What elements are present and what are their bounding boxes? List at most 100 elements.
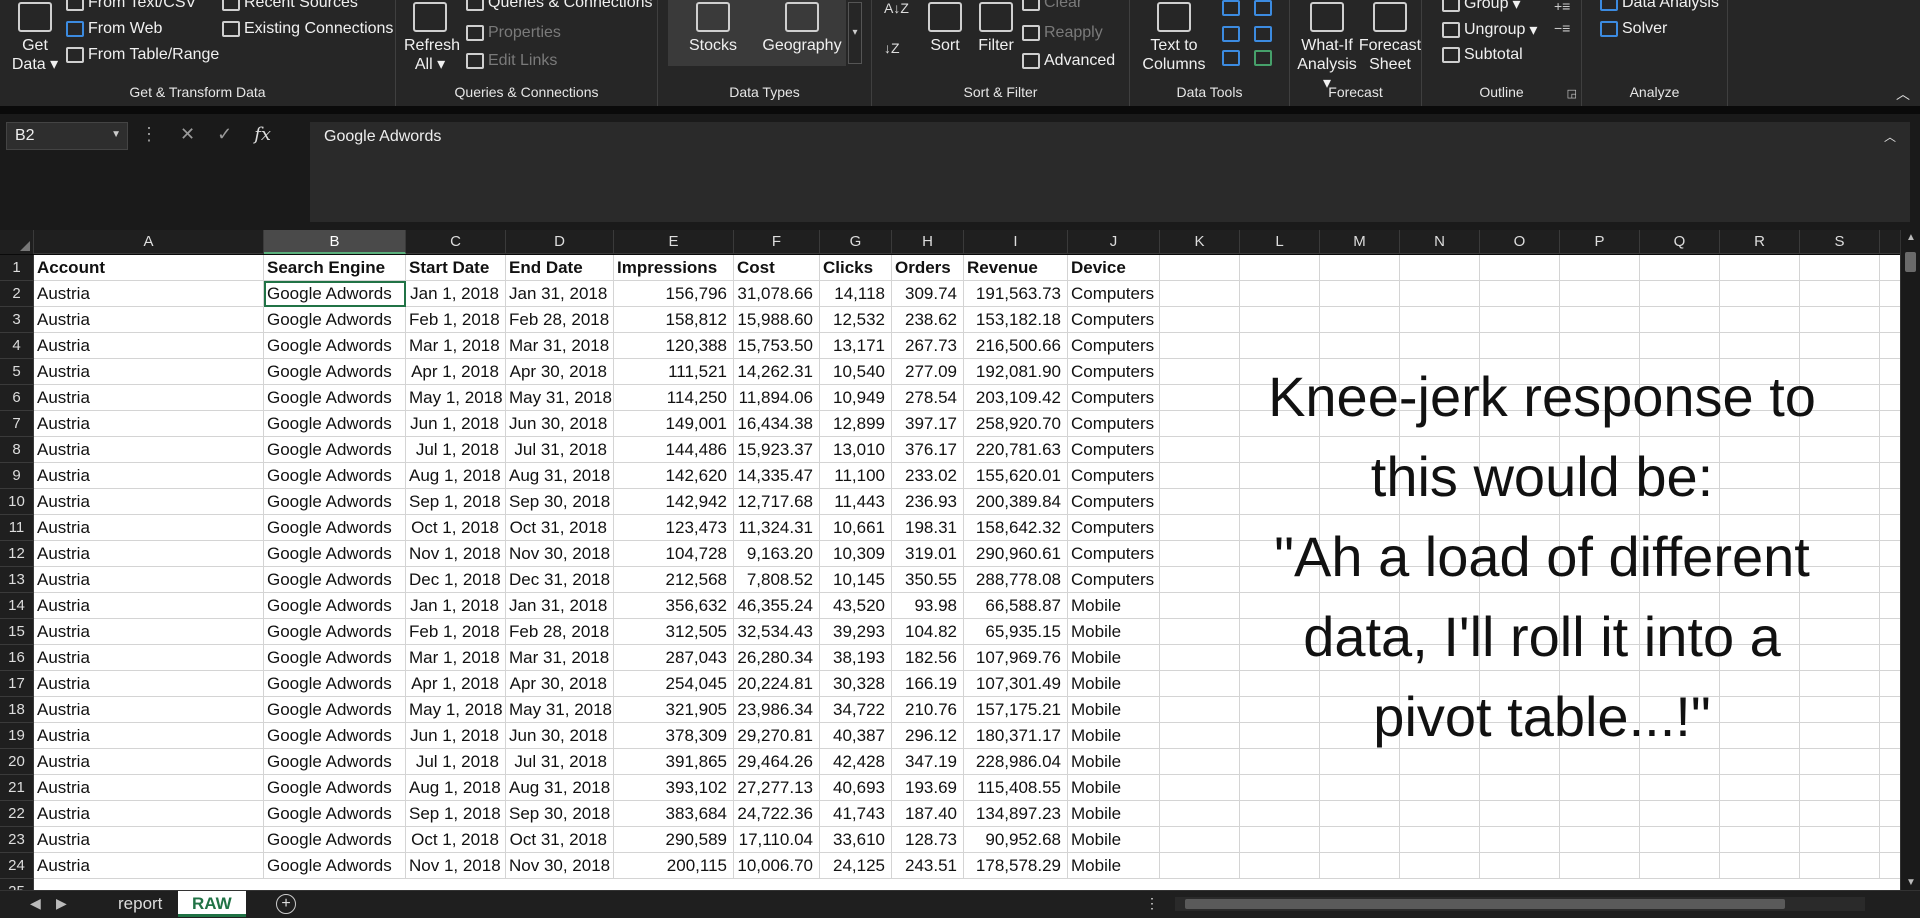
cell[interactable]: Google Adwords — [264, 697, 406, 723]
cell[interactable]: Orders — [892, 255, 964, 281]
cell[interactable]: 383,684 — [614, 801, 734, 827]
cell[interactable]: Mobile — [1068, 593, 1160, 619]
cell[interactable]: Google Adwords — [264, 515, 406, 541]
cell[interactable]: 156,796 — [614, 281, 734, 307]
cell[interactable]: 397.17 — [892, 411, 964, 437]
cell[interactable]: Computers — [1068, 411, 1160, 437]
cell[interactable]: 10,949 — [820, 385, 892, 411]
cell[interactable]: 10,145 — [820, 567, 892, 593]
cell[interactable]: 10,661 — [820, 515, 892, 541]
cell[interactable]: 378,309 — [614, 723, 734, 749]
cell[interactable]: 210.76 — [892, 697, 964, 723]
cell[interactable]: Jul 31, 2018 — [506, 437, 614, 463]
cell[interactable]: Computers — [1068, 333, 1160, 359]
cell[interactable]: Mobile — [1068, 801, 1160, 827]
empty-cell[interactable] — [1720, 255, 1800, 281]
row-header[interactable]: 18 — [0, 697, 34, 723]
row-header[interactable]: 12 — [0, 541, 34, 567]
cell[interactable]: Austria — [34, 411, 264, 437]
cell[interactable]: 166.19 — [892, 671, 964, 697]
cell[interactable]: 42,428 — [820, 749, 892, 775]
empty-cell[interactable] — [1400, 255, 1480, 281]
empty-cell[interactable] — [1160, 541, 1240, 567]
empty-cell[interactable] — [1560, 853, 1640, 879]
cell[interactable]: Cost — [734, 255, 820, 281]
cell[interactable]: Apr 30, 2018 — [506, 671, 614, 697]
empty-cell[interactable] — [1400, 827, 1480, 853]
cell[interactable]: 216,500.66 — [964, 333, 1068, 359]
cell[interactable]: Oct 1, 2018 — [406, 515, 506, 541]
cell[interactable]: Austria — [34, 827, 264, 853]
column-header-e[interactable]: E — [614, 230, 734, 254]
empty-cell[interactable] — [1400, 853, 1480, 879]
row-header[interactable]: 24 — [0, 853, 34, 879]
cell[interactable]: Clicks — [820, 255, 892, 281]
recent-sources-button[interactable]: Recent Sources — [222, 0, 358, 12]
cell[interactable]: 236.93 — [892, 489, 964, 515]
cell[interactable]: Feb 1, 2018 — [406, 619, 506, 645]
enter-icon[interactable]: ✓ — [217, 124, 232, 145]
cell[interactable]: Austria — [34, 853, 264, 879]
cell[interactable]: 30,328 — [820, 671, 892, 697]
empty-cell[interactable] — [1480, 333, 1560, 359]
cell[interactable]: Mobile — [1068, 775, 1160, 801]
cell[interactable]: Google Adwords — [264, 723, 406, 749]
empty-cell[interactable] — [1400, 801, 1480, 827]
cell[interactable]: May 1, 2018 — [406, 697, 506, 723]
cell[interactable]: Feb 28, 2018 — [506, 619, 614, 645]
empty-cell[interactable] — [1560, 801, 1640, 827]
forecast-sheet-button[interactable]: Forecast Sheet — [1358, 2, 1422, 74]
remove-duplicates-icon[interactable] — [1222, 26, 1240, 42]
more-options-icon[interactable]: ⋮ — [140, 124, 158, 145]
row-header[interactable]: 16 — [0, 645, 34, 671]
cell[interactable]: 350.55 — [892, 567, 964, 593]
cell[interactable]: Nov 30, 2018 — [506, 853, 614, 879]
empty-cell[interactable] — [1160, 359, 1240, 385]
cell[interactable]: Sep 1, 2018 — [406, 801, 506, 827]
empty-cell[interactable] — [1480, 801, 1560, 827]
column-header-r[interactable]: R — [1720, 230, 1800, 254]
subtotal-button[interactable]: Subtotal — [1442, 46, 1523, 64]
empty-cell[interactable] — [1320, 827, 1400, 853]
cell[interactable]: Google Adwords — [264, 307, 406, 333]
vertical-scrollbar[interactable]: ▲ ▼ — [1900, 230, 1920, 890]
cell[interactable]: Mar 1, 2018 — [406, 645, 506, 671]
cell[interactable]: 180,371.17 — [964, 723, 1068, 749]
row-header[interactable]: 22 — [0, 801, 34, 827]
empty-cell[interactable] — [1640, 333, 1720, 359]
gallery-more-icon[interactable]: ▾ — [848, 2, 862, 64]
row-header[interactable]: 19 — [0, 723, 34, 749]
cell[interactable]: Mobile — [1068, 749, 1160, 775]
cell[interactable]: 309.74 — [892, 281, 964, 307]
empty-cell[interactable] — [1800, 307, 1880, 333]
cell[interactable]: 193.69 — [892, 775, 964, 801]
empty-cell[interactable] — [1640, 281, 1720, 307]
empty-cell[interactable] — [1160, 489, 1240, 515]
cell[interactable]: End Date — [506, 255, 614, 281]
cell[interactable]: 321,905 — [614, 697, 734, 723]
cell[interactable]: Apr 1, 2018 — [406, 359, 506, 385]
cell[interactable]: Google Adwords — [264, 489, 406, 515]
empty-cell[interactable] — [1320, 775, 1400, 801]
cell[interactable]: 296.12 — [892, 723, 964, 749]
cell[interactable]: 319.01 — [892, 541, 964, 567]
row-header[interactable]: 2 — [0, 281, 34, 307]
cell[interactable]: 29,464.26 — [734, 749, 820, 775]
cell[interactable]: 15,753.50 — [734, 333, 820, 359]
empty-cell[interactable] — [1320, 255, 1400, 281]
cell[interactable]: Mar 1, 2018 — [406, 333, 506, 359]
cell[interactable]: 12,899 — [820, 411, 892, 437]
collapse-ribbon-icon[interactable]: ︿ — [1896, 84, 1910, 104]
cell[interactable]: 356,632 — [614, 593, 734, 619]
cell[interactable]: 104.82 — [892, 619, 964, 645]
cell[interactable]: 24,125 — [820, 853, 892, 879]
cell[interactable]: 10,540 — [820, 359, 892, 385]
cell[interactable]: Mobile — [1068, 697, 1160, 723]
what-if-analysis-button[interactable]: What-If Analysis ▾ — [1292, 2, 1362, 93]
sort-az-icon[interactable]: A↓Z — [884, 0, 909, 16]
cell[interactable]: 29,270.81 — [734, 723, 820, 749]
cell[interactable]: Apr 1, 2018 — [406, 671, 506, 697]
empty-cell[interactable] — [1240, 853, 1320, 879]
cell[interactable]: Google Adwords — [264, 853, 406, 879]
cell[interactable]: Mobile — [1068, 619, 1160, 645]
